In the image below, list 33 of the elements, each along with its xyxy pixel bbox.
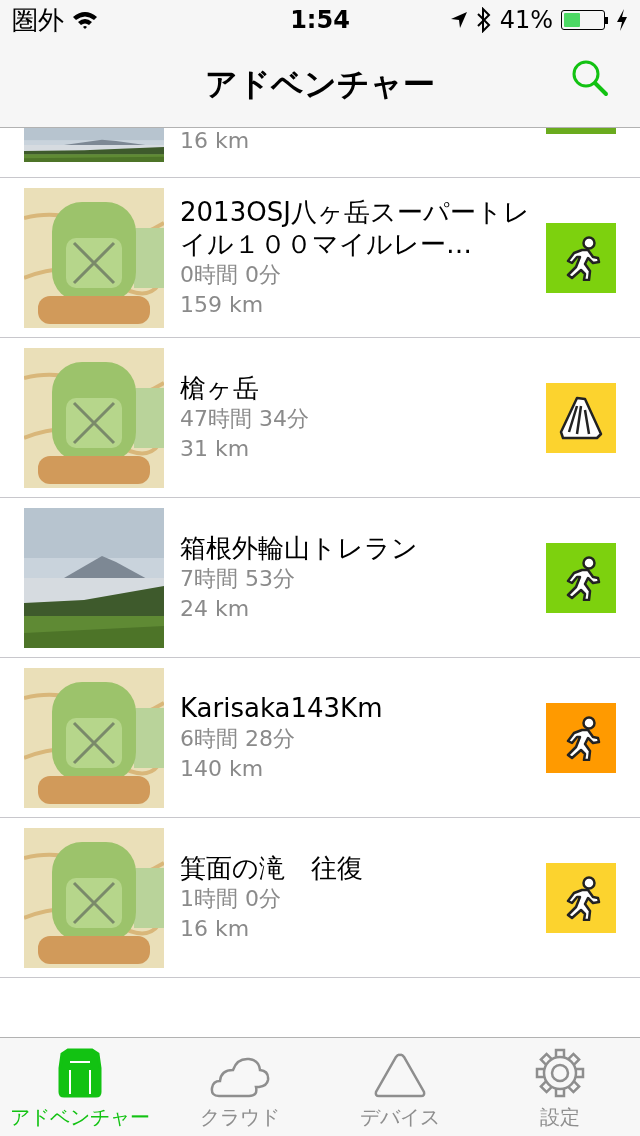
battery-percentage: 41% [499,5,553,36]
adventure-title: 箱根外輪山トレラン [180,531,419,564]
screen-title: アドベンチャー [205,64,435,103]
distance-text: 16 km [180,128,250,154]
triangle-icon [373,1052,427,1098]
adventure-row[interactable]: 2013OSJ八ヶ岳スーパートレイル１００マイルレー… 0時間 0分 159 km [0,178,640,338]
duration-text: 47時間 34分 [180,404,310,433]
carrier-text: 圏外 [12,3,64,37]
location-arrow-icon [449,11,468,29]
duration-text: 0時間 0分 [180,260,282,289]
bluetooth-icon [475,7,492,33]
settings-icon [535,1048,585,1098]
distance-text: 16 km [180,914,251,943]
duration-text: 7時間 53分 [180,564,296,593]
adventure-row[interactable]: 箱根外輪山トレラン 7時間 53分 24 km [0,498,640,658]
adventure-row[interactable]: 箕面の滝 往復 1時間 0分 16 km [0,818,640,978]
distance-text: 140 km [180,754,265,783]
wifi-icon [72,10,98,30]
search-button[interactable] [570,58,610,98]
duration-text: 1時間 0分 [180,884,282,913]
adventure-row[interactable]: Karisaka143Km 6時間 28分 140 km [0,658,640,818]
distance-text: 31 km [180,434,251,463]
adventure-title: 箕面の滝 往復 [180,851,364,884]
adventure-title: Karisaka143Km [180,691,384,724]
battery-icon [561,10,608,30]
adventure-title: 2013OSJ八ヶ岳スーパートレイル１００マイルレー… [180,195,530,260]
distance-text: 24 km [180,594,251,623]
backpack-icon [58,1048,102,1098]
distance-text: 159 km [180,290,265,319]
adventure-title: 槍ヶ岳 [180,371,260,404]
adventure-row[interactable]: 槍ヶ岳 47時間 34分 31 km [0,338,640,498]
duration-text: 6時間 28分 [180,724,296,753]
clock-text: 1:54 [290,5,350,36]
